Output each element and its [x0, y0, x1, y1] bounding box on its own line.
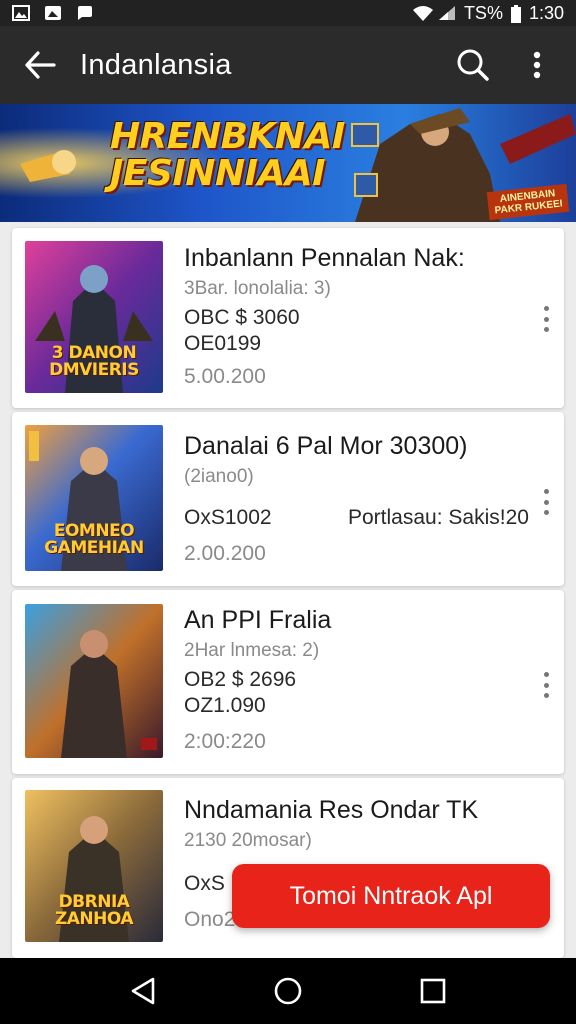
nav-recents-button[interactable]: [408, 966, 458, 1016]
list-item[interactable]: An PPI Fralia 2Har lnmesa: 2) OB2 $ 2696…: [12, 590, 564, 774]
item-date: Ono2: [184, 908, 236, 931]
list-item[interactable]: EOMNEO GAMEHIAN Danalai 6 Pal Mor 30300)…: [12, 412, 564, 586]
promo-banner[interactable]: HRENBKNAI JESINNIAAI AINENBAIN PAKR RUKE…: [0, 104, 576, 222]
app-thumbnail: [25, 604, 163, 758]
item-title: An PPI Fralia: [184, 606, 332, 634]
app-thumbnail: 3 DANON DMVIERIS: [25, 241, 163, 393]
nav-back-button[interactable]: [118, 966, 168, 1016]
item-price: OB2 $ 2696: [184, 668, 297, 691]
item-subtitle: 2Har lnmesa: 2): [184, 640, 320, 661]
app-thumbnail: EOMNEO GAMEHIAN: [25, 425, 163, 571]
chat-icon: [76, 5, 94, 21]
item-menu-button[interactable]: [538, 306, 554, 332]
item-subtitle: (2iano0): [184, 466, 254, 487]
search-button[interactable]: [448, 40, 498, 90]
install-app-button[interactable]: Tomoi Nntraok Apl: [232, 864, 550, 928]
item-menu-button[interactable]: [538, 489, 554, 515]
thumbnail-caption: 3 DANON DMVIERIS: [49, 343, 139, 380]
clock: 1:30: [528, 2, 564, 23]
back-triangle-icon: [131, 977, 154, 1005]
thumbnail-caption: EOMNEO GAMEHIAN: [44, 521, 144, 558]
app-bar: Indanlansia: [0, 26, 576, 104]
item-extra-info: Portlasau: Sakis!20: [348, 506, 529, 529]
more-vert-icon: [533, 51, 541, 79]
item-title: Nndamania Res Ondar TK: [184, 796, 479, 824]
item-subtitle: 2130 20mosar): [184, 830, 312, 851]
battery-level: ΤS%: [463, 2, 503, 23]
recents-square-icon: [421, 978, 446, 1004]
list-item[interactable]: 3 DANON DMVIERIS Inbanlann Pennalan Nak:…: [12, 228, 564, 408]
wifi-icon: [412, 5, 433, 21]
item-date: 2:00:220: [184, 730, 266, 753]
banner-headline: HRENBKNAI JESINNIAAI: [110, 116, 345, 194]
status-bar: ΤS% 1:30: [0, 0, 576, 26]
app-thumbnail: DBRNIA ZANHOA: [25, 790, 163, 942]
item-title: Danalai 6 Pal Mor 30300): [184, 432, 468, 460]
item-date: 2.00.200: [184, 542, 266, 565]
image-icon: [44, 5, 62, 21]
item-price: OxS1002: [184, 506, 272, 529]
item-title: Inbanlann Pennalan Nak:: [184, 244, 465, 272]
back-arrow-icon: [25, 51, 56, 79]
home-circle-icon: [274, 977, 302, 1005]
more-vert-icon: [543, 672, 549, 677]
signal-icon: [438, 5, 456, 21]
more-vert-icon: [543, 306, 549, 311]
more-vert-icon: [543, 489, 549, 494]
item-code: OE0199: [184, 332, 262, 355]
page-title: Indanlansia: [80, 48, 232, 81]
item-subtitle: 3Bar. lonolalia: 3): [184, 278, 331, 299]
battery-icon: [510, 5, 521, 23]
back-button[interactable]: [0, 26, 80, 104]
gallery-icon: [12, 5, 30, 21]
search-icon: [457, 49, 489, 81]
item-date: 5.00.200: [184, 365, 266, 388]
thumbnail-caption: DBRNIA ZANHOA: [54, 892, 134, 929]
item-code: OZ1.090: [184, 694, 266, 717]
overflow-menu-button[interactable]: [512, 40, 562, 90]
item-price: OxS: [184, 872, 225, 895]
system-nav-bar: [0, 958, 576, 1024]
item-price: OBC $ 3060: [184, 306, 300, 329]
item-menu-button[interactable]: [538, 672, 554, 698]
nav-home-button[interactable]: [263, 966, 313, 1016]
